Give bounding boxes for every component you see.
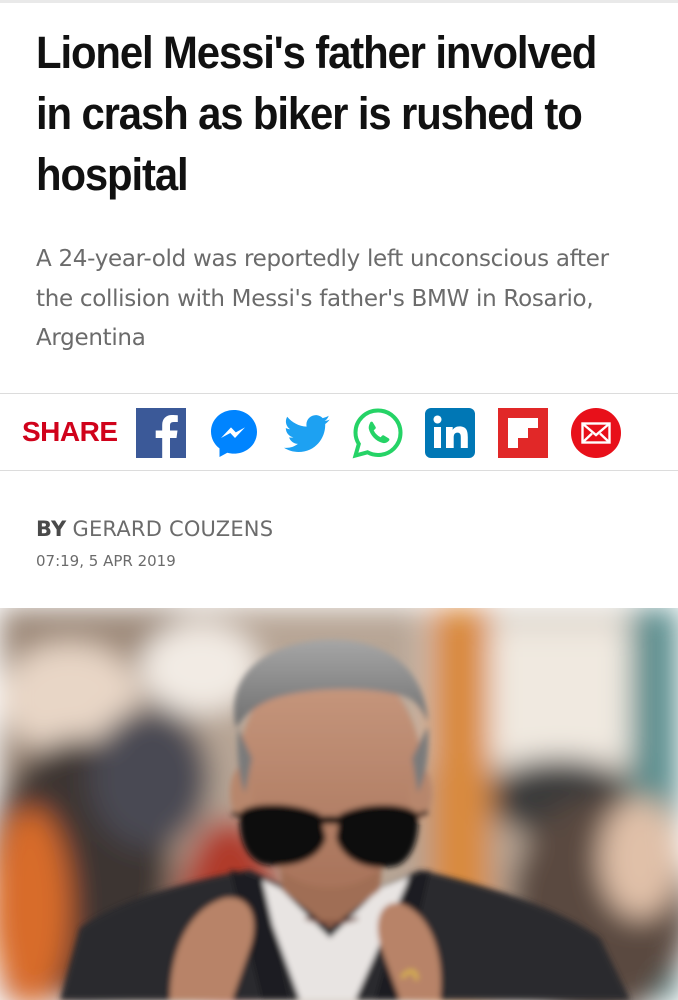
article-hero-photo	[0, 608, 678, 1000]
facebook-icon	[136, 408, 186, 458]
linkedin-share-button[interactable]	[424, 407, 476, 459]
whatsapp-icon	[352, 408, 403, 459]
byline-prefix: BY	[36, 517, 67, 541]
share-bar: SHARE	[0, 393, 678, 471]
flipboard-share-button[interactable]	[497, 407, 549, 459]
twitter-icon	[284, 415, 330, 452]
share-label: SHARE	[22, 416, 118, 447]
article-standfirst: A 24-year-old was reportedly left uncons…	[36, 246, 609, 351]
publish-timestamp: 07:19, 5 APR 2019	[36, 552, 176, 570]
whatsapp-share-button[interactable]	[352, 407, 404, 459]
messenger-share-button[interactable]	[208, 407, 260, 459]
linkedin-icon	[425, 408, 475, 458]
article-byline: BY GERARD COUZENS	[36, 514, 273, 544]
facebook-share-button[interactable]	[135, 407, 187, 459]
hero-photo-illustration	[0, 608, 678, 1000]
flipboard-icon	[498, 408, 548, 458]
article-headline: Lionel Messi's father involved in crash …	[36, 27, 597, 200]
email-icon	[571, 408, 621, 458]
email-share-button[interactable]	[570, 407, 622, 459]
author-link[interactable]: GERARD COUZENS	[72, 517, 273, 541]
messenger-icon	[211, 410, 257, 457]
twitter-share-button[interactable]	[281, 407, 333, 459]
top-divider	[0, 0, 678, 3]
